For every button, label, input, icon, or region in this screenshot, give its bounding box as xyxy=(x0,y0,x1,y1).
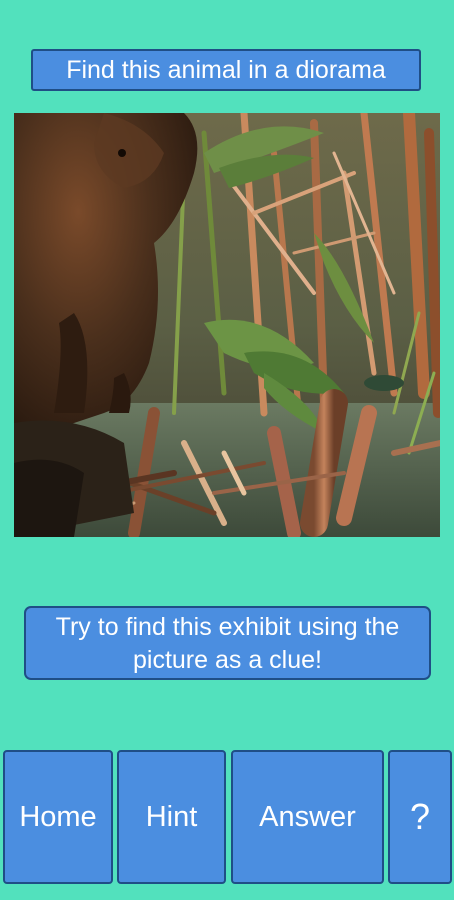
home-button[interactable]: Home xyxy=(3,750,113,884)
help-button[interactable]: ? xyxy=(388,750,452,884)
clue-text: Try to find this exhibit using the pictu… xyxy=(24,606,431,680)
answer-button[interactable]: Answer xyxy=(231,750,384,884)
hint-button[interactable]: Hint xyxy=(117,750,226,884)
page-title: Find this animal in a diorama xyxy=(31,49,421,91)
bottom-nav-bar: Home Hint Answer ? xyxy=(0,750,454,886)
diorama-photo xyxy=(14,113,440,537)
